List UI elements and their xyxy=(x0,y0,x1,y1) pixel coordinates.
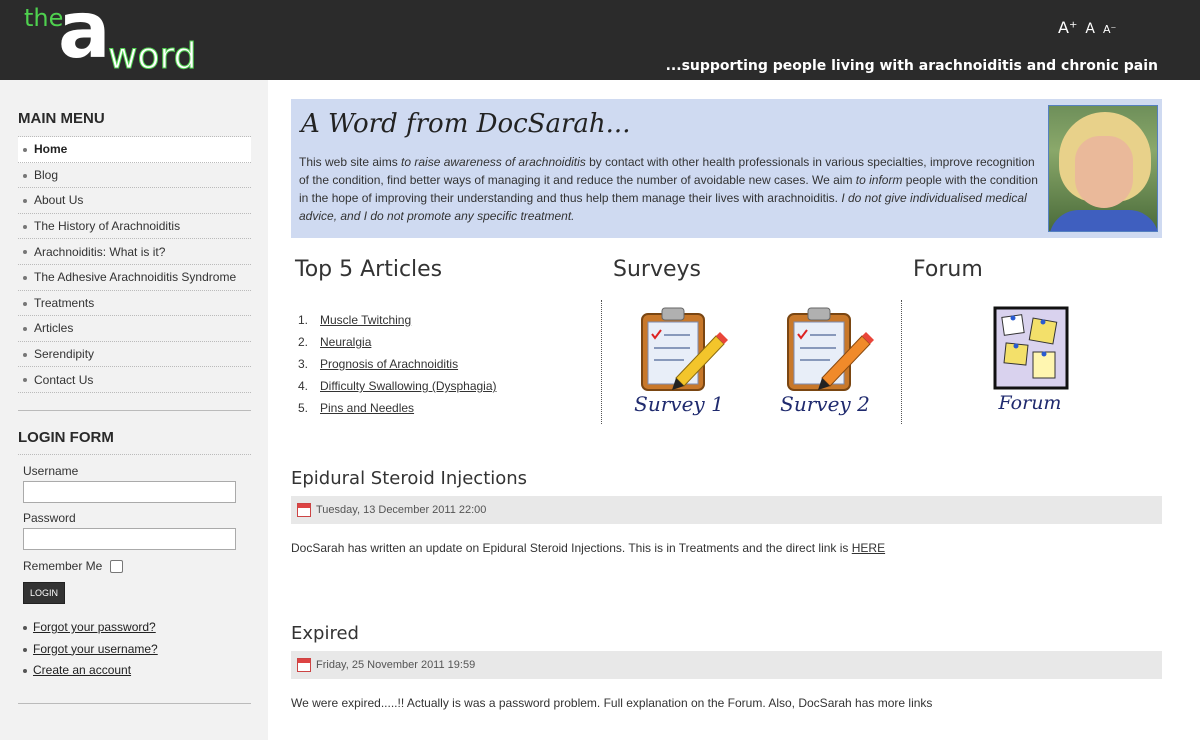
article-date: Friday, 25 November 2011 19:59 xyxy=(316,659,476,671)
banner-text: This web site aims to raise awareness of… xyxy=(299,155,1038,223)
clipboard-icon xyxy=(641,307,728,391)
account-link-item: Forgot your password? xyxy=(22,620,252,642)
font-default-button[interactable]: A xyxy=(1085,21,1095,37)
site-tagline: ...supporting people living with arachno… xyxy=(665,58,1158,74)
calendar-icon xyxy=(297,658,311,672)
top5-title: Top 5 Articles xyxy=(295,257,443,282)
menu-item-history[interactable]: The History of Arachnoiditis xyxy=(18,214,251,240)
article-link[interactable]: Muscle Twitching xyxy=(320,313,411,327)
logo-word: word xyxy=(108,36,197,78)
create-account-link[interactable]: Create an account xyxy=(33,663,131,677)
column-divider xyxy=(601,300,602,424)
docsarah-photo xyxy=(1048,105,1158,232)
password-label: Password xyxy=(23,511,76,525)
photo-shoulders xyxy=(1049,210,1157,231)
logo-a: a xyxy=(58,0,111,76)
login-title-divider xyxy=(18,454,251,455)
menu-item-blog[interactable]: Blog xyxy=(18,163,251,189)
forgot-password-link[interactable]: Forgot your password? xyxy=(33,620,156,634)
font-size-controls: A⁺ A A⁻ xyxy=(1058,18,1116,37)
banner-title: A Word from DocSarah... xyxy=(301,109,631,139)
article-date: Tuesday, 13 December 2011 22:00 xyxy=(316,504,487,516)
menu-item-home[interactable]: Home xyxy=(18,137,251,163)
main-menu: Home Blog About Us The History of Arachn… xyxy=(18,136,251,393)
article-title[interactable]: Epidural Steroid Injections xyxy=(291,468,527,489)
article-date-bar: Tuesday, 13 December 2011 22:00 xyxy=(291,496,1162,524)
article-link[interactable]: Neuralgia xyxy=(320,335,371,349)
clipboard-icon xyxy=(787,307,874,391)
account-links: Forgot your password? Forgot your userna… xyxy=(22,620,252,685)
login-form: Username Password Remember Me LOGIN xyxy=(23,464,238,604)
menu-item-serendipity[interactable]: Serendipity xyxy=(18,342,251,368)
list-item: 5. Pins and Needles xyxy=(298,401,415,415)
site-header: the a word A⁺ A A⁻ ...supporting people … xyxy=(0,0,1200,80)
login-form-title: LOGIN FORM xyxy=(18,429,114,446)
survey-1-link[interactable]: Survey 1 xyxy=(624,306,734,418)
article-date-bar: Friday, 25 November 2011 19:59 xyxy=(291,651,1162,679)
surveys-title: Surveys xyxy=(613,257,701,282)
column-divider xyxy=(901,300,902,424)
survey-2-link[interactable]: Survey 2 xyxy=(770,306,880,418)
menu-item-about-us[interactable]: About Us xyxy=(18,188,251,214)
remember-me-label: Remember Me xyxy=(23,559,103,573)
account-link-item: Forgot your username? xyxy=(22,642,252,664)
article-body: We were expired.....!! Actually is was a… xyxy=(291,696,933,710)
username-label: Username xyxy=(23,464,79,478)
article-body: DocSarah has written an update on Epidur… xyxy=(291,541,886,555)
password-input[interactable] xyxy=(23,528,236,550)
survey-2-caption: Survey 2 xyxy=(780,392,870,416)
forgot-username-link[interactable]: Forgot your username? xyxy=(33,642,158,656)
list-item: 3. Prognosis of Arachnoiditis xyxy=(298,357,459,371)
forum-title: Forum xyxy=(913,257,983,282)
font-increase-button[interactable]: A⁺ xyxy=(1058,18,1077,37)
list-item: 1. Muscle Twitching xyxy=(298,313,412,327)
menu-item-contact-us[interactable]: Contact Us xyxy=(18,367,251,393)
sidebar-bottom-divider xyxy=(18,703,251,704)
forum-link[interactable]: Forum xyxy=(975,306,1085,418)
menu-item-adhesive-syndrome[interactable]: The Adhesive Arachnoiditis Syndrome xyxy=(18,265,251,291)
list-item: 4. Difficulty Swallowing (Dysphagia) xyxy=(298,379,497,393)
site-logo[interactable]: the a word xyxy=(24,0,214,78)
article-title[interactable]: Expired xyxy=(291,623,359,644)
article-link[interactable]: Prognosis of Arachnoiditis xyxy=(320,357,458,371)
survey-1-caption: Survey 1 xyxy=(634,392,724,416)
photo-face xyxy=(1075,136,1133,208)
menu-item-treatments[interactable]: Treatments xyxy=(18,291,251,317)
main-menu-title: MAIN MENU xyxy=(18,110,105,127)
forum-board-icon xyxy=(993,306,1069,390)
calendar-icon xyxy=(297,503,311,517)
menu-item-what-is-it[interactable]: Arachnoiditis: What is it? xyxy=(18,239,251,265)
forum-caption: Forum xyxy=(998,392,1062,414)
article-here-link[interactable]: HERE xyxy=(852,541,885,555)
sidebar-divider xyxy=(18,410,251,411)
remember-me-checkbox[interactable] xyxy=(110,559,124,573)
menu-item-articles[interactable]: Articles xyxy=(18,316,251,342)
article-link[interactable]: Difficulty Swallowing (Dysphagia) xyxy=(320,379,497,393)
remember-me-row: Remember Me xyxy=(23,559,238,573)
username-input[interactable] xyxy=(23,481,236,503)
article-link[interactable]: Pins and Needles xyxy=(320,401,414,415)
welcome-banner: A Word from DocSarah... This web site ai… xyxy=(291,99,1162,238)
top5-list: 1. Muscle Twitching 2. Neuralgia 3. Prognos… xyxy=(298,309,588,419)
login-button[interactable]: LOGIN xyxy=(23,582,66,604)
account-link-item: Create an account xyxy=(22,663,252,685)
list-item: 2. Neuralgia xyxy=(298,335,372,349)
font-decrease-button[interactable]: A⁻ xyxy=(1103,23,1116,36)
sidebar: MAIN MENU Home Blog About Us The History… xyxy=(0,80,268,740)
